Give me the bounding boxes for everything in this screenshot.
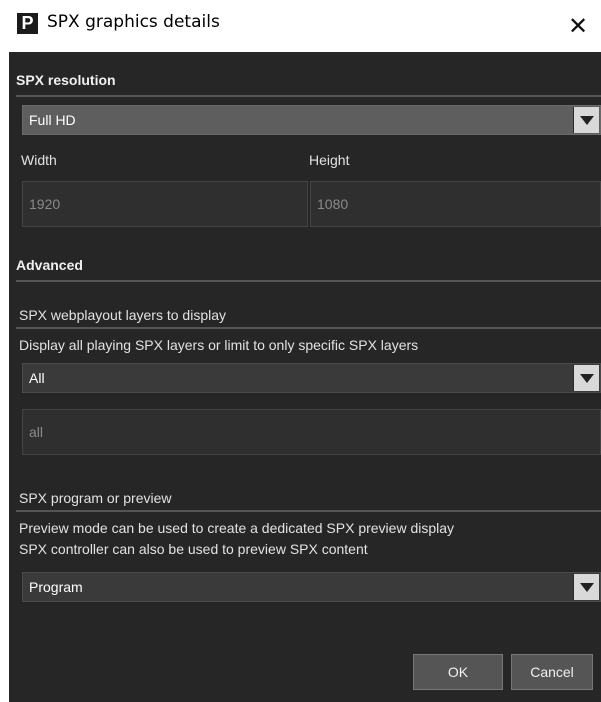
title-bar: P SPX graphics details ✕ [0, 0, 601, 52]
section-heading-advanced: Advanced [16, 257, 83, 273]
width-input[interactable] [23, 182, 307, 226]
dialog-panel: SPX resolution Full HD Width Height Adva… [9, 52, 601, 702]
divider [16, 280, 601, 282]
height-input[interactable] [311, 182, 600, 226]
program-description-line1: Preview mode can be used to create a ded… [19, 520, 455, 536]
close-icon[interactable]: ✕ [555, 0, 601, 52]
ok-button[interactable]: OK [413, 654, 503, 690]
chevron-down-icon[interactable] [573, 107, 599, 133]
width-label: Width [21, 152, 57, 168]
layers-select-value: All [29, 370, 45, 386]
program-description-line2: SPX controller can also be used to previ… [19, 541, 368, 557]
layers-description: Display all playing SPX layers or limit … [19, 337, 419, 353]
layers-field[interactable] [22, 409, 601, 455]
app-logo-icon: P [17, 13, 38, 34]
section-heading-resolution: SPX resolution [16, 72, 116, 88]
divider [16, 95, 601, 97]
divider [16, 510, 601, 512]
layers-input[interactable] [23, 410, 600, 454]
cancel-button[interactable]: Cancel [511, 654, 593, 690]
program-select-value: Program [29, 579, 83, 595]
divider [16, 327, 601, 329]
layers-select[interactable]: All [22, 363, 601, 393]
resolution-select-value: Full HD [29, 112, 76, 128]
width-field[interactable] [22, 181, 308, 227]
chevron-down-icon[interactable] [573, 365, 599, 391]
height-label: Height [309, 152, 350, 168]
layers-heading: SPX webplayout layers to display [19, 307, 226, 323]
window-title: SPX graphics details [47, 12, 220, 32]
resolution-select[interactable]: Full HD [22, 105, 601, 135]
program-heading: SPX program or preview [19, 490, 172, 506]
chevron-down-icon[interactable] [573, 574, 599, 600]
height-field[interactable] [310, 181, 601, 227]
program-select[interactable]: Program [22, 572, 601, 602]
